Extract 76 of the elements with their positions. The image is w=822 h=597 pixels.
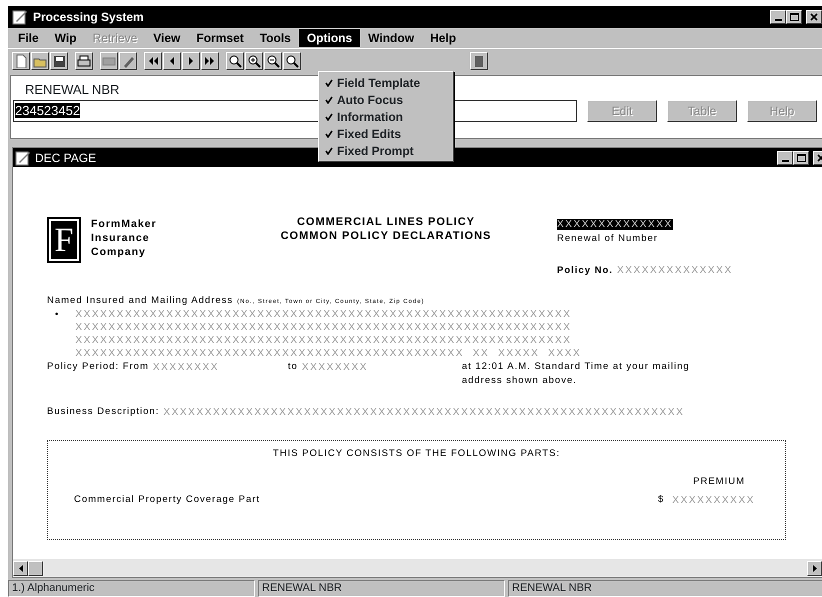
maximize-button[interactable] <box>793 150 809 164</box>
bullet: • <box>54 308 60 322</box>
minimize-icon <box>774 19 782 21</box>
zoom-icon <box>285 54 299 68</box>
window-title: Processing System <box>33 9 144 26</box>
toolbar-button[interactable] <box>50 52 68 70</box>
toolbar-button[interactable] <box>226 52 244 70</box>
form-title: COMMERCIAL LINES POLICY <box>296 215 476 229</box>
logo: F <box>47 217 81 263</box>
menu-item[interactable]: Tools <box>252 29 299 47</box>
menu-item[interactable]: Information <box>319 108 453 125</box>
horizontal-scrollbar[interactable] <box>13 559 822 577</box>
menu-item[interactable]: Fixed Edits <box>319 125 453 142</box>
field-label: Named Insured and Mailing Address <box>47 294 234 306</box>
pen-icon <box>12 9 28 25</box>
status-pane: 1.) Alphanumeric <box>8 580 255 597</box>
minimize-button[interactable] <box>777 150 793 164</box>
maximize-icon <box>796 154 806 162</box>
toolbar-button[interactable] <box>283 52 301 70</box>
section-heading: THIS POLICY CONSISTS OF THE FOLLOWING PARTS: <box>272 448 560 458</box>
menu-item[interactable]: Formset <box>188 29 252 47</box>
coverage-name: Commercial Property Coverage Part <box>74 493 262 507</box>
field-label: Policy No. <box>557 264 613 276</box>
menu-item[interactable]: File <box>10 29 47 47</box>
toolbar-button[interactable] <box>144 52 162 70</box>
menu-item[interactable]: Help <box>422 29 464 47</box>
prompt-label: RENEWAL NBR <box>24 81 120 99</box>
status-pane: RENEWAL NBR <box>258 580 505 597</box>
toolbar-button[interactable] <box>245 52 263 70</box>
toolbar-button[interactable] <box>12 52 30 70</box>
save-icon <box>52 54 66 68</box>
scroll-thumb[interactable] <box>28 560 43 576</box>
company-name: FormMaker <box>91 217 158 231</box>
maximize-icon <box>790 13 798 21</box>
menu-item[interactable]: Wip <box>46 29 85 47</box>
minimize-icon <box>782 160 788 162</box>
toolbar-button[interactable] <box>470 52 488 70</box>
menu-item[interactable]: Options <box>298 29 360 47</box>
time-note: at 12:01 A.M. Standard Time at your mailing address shown above. <box>462 360 691 388</box>
company-name: Insurance <box>91 231 151 245</box>
toolbar-button[interactable] <box>119 52 137 70</box>
menu-item[interactable]: View <box>145 29 188 47</box>
scroll-right-button[interactable] <box>807 560 822 576</box>
column-heading: PREMIUM <box>693 476 745 487</box>
close-button[interactable] <box>806 10 822 24</box>
zoom-out-icon <box>266 54 280 68</box>
scroll-left-button[interactable] <box>13 560 28 576</box>
left-arrow-icon <box>18 564 22 572</box>
zoom-in-icon <box>247 54 261 68</box>
maximize-button[interactable] <box>786 10 802 24</box>
menu-item[interactable]: Window <box>360 29 422 47</box>
toolbar-button[interactable] <box>182 52 200 70</box>
close-icon <box>810 13 818 21</box>
company-name: Company <box>91 245 147 259</box>
currency-sign: $ <box>658 493 664 507</box>
field-label: Policy Period: From <box>47 360 149 374</box>
toolbar-button[interactable] <box>201 52 219 70</box>
field-label: Renewal of Number <box>557 232 659 246</box>
status-pane: RENEWAL NBR <box>508 580 822 597</box>
toolbar-button[interactable] <box>31 52 49 70</box>
form-field[interactable]: XXXXXXXXXXXXXX <box>557 219 673 230</box>
menu-item[interactable]: Fixed Prompt <box>319 142 453 159</box>
minimize-button[interactable] <box>770 10 786 24</box>
form-title: COMMON POLICY DECLARATIONS <box>280 229 492 243</box>
field-label: Business Description: <box>47 404 160 418</box>
toolbar-button[interactable] <box>75 52 93 70</box>
print-icon <box>77 54 91 68</box>
new-document-icon <box>14 54 28 68</box>
toolbar-button[interactable] <box>264 52 282 70</box>
right-arrow-icon <box>812 564 816 572</box>
toolbar-button[interactable] <box>163 52 181 70</box>
toolbar-button[interactable] <box>100 52 118 70</box>
menu-item[interactable]: Field Template <box>319 74 453 91</box>
field-label: to <box>288 360 298 374</box>
zoom-icon <box>228 54 242 68</box>
document-window-title: DEC PAGE <box>35 150 96 166</box>
